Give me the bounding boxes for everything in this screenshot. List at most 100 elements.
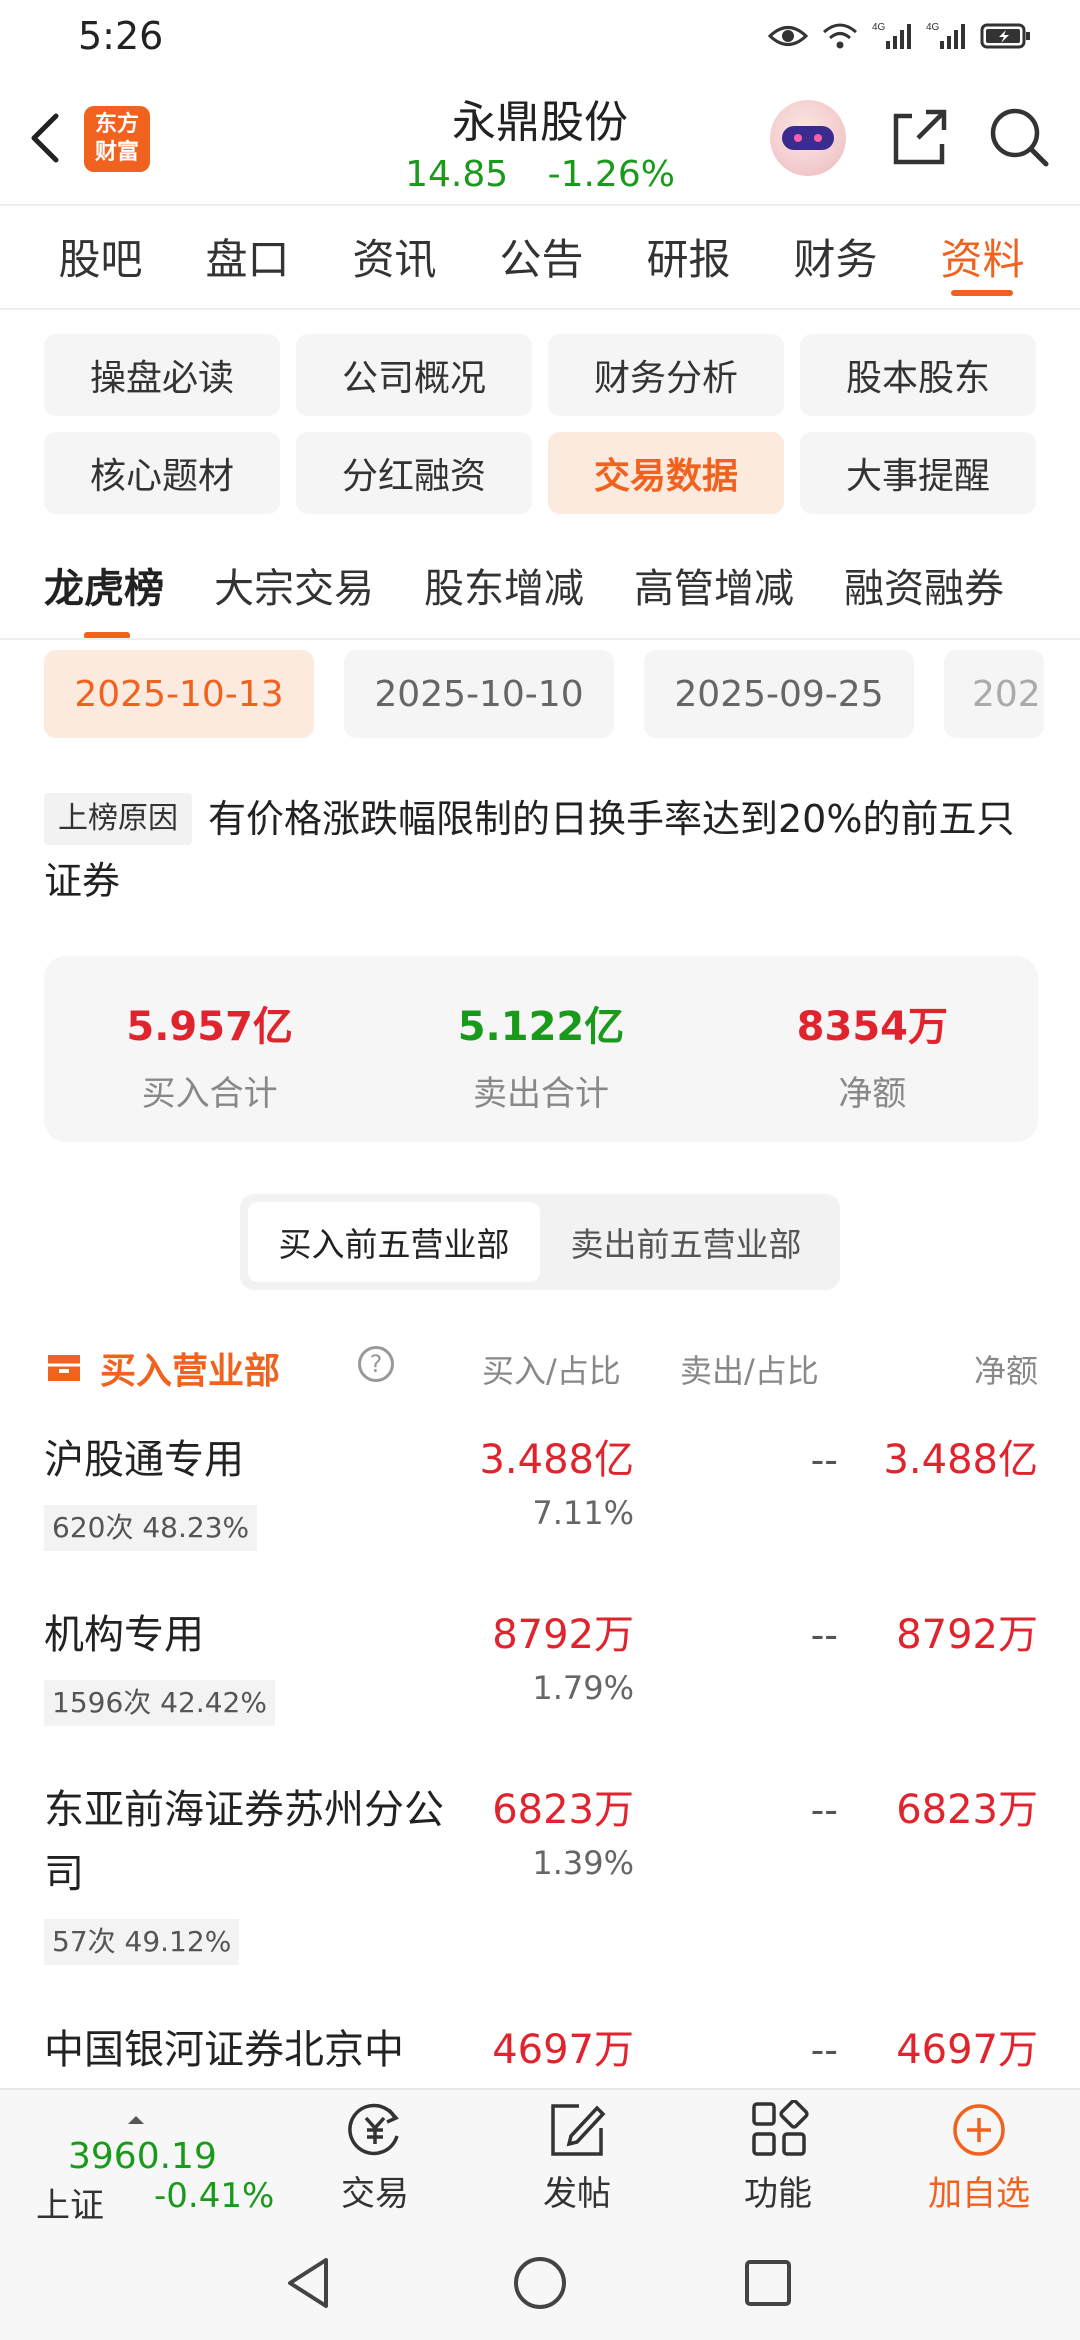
summary-sell: 5.122亿 卖出合计 bbox=[375, 956, 706, 1142]
buy-pct: 7.11% bbox=[532, 1494, 634, 1532]
branch-name: 中国银河证券北京中 bbox=[44, 2027, 404, 2073]
back-arrow-icon bbox=[31, 113, 59, 163]
signal-icon-2: 4G bbox=[926, 21, 966, 51]
nav-add-watchlist-label: 加自选 bbox=[928, 2174, 1030, 2214]
tab-guba[interactable]: 股吧 bbox=[27, 208, 174, 308]
col-header-net: 净额 bbox=[973, 1352, 1038, 1390]
back-button[interactable] bbox=[18, 102, 78, 174]
summary-net: 8354万 净额 bbox=[707, 956, 1038, 1142]
triangle-back-icon bbox=[288, 2258, 328, 2308]
sell-total-value: 5.122亿 bbox=[457, 1004, 625, 1050]
reason-tag: 上榜原因 bbox=[44, 793, 192, 845]
search-button[interactable] bbox=[984, 102, 1054, 172]
status-icons: 4G 4G bbox=[768, 21, 1032, 51]
chip-core-themes[interactable]: 核心题材 bbox=[44, 432, 280, 514]
logo-line-1: 东方 bbox=[94, 112, 139, 137]
share-button[interactable] bbox=[884, 102, 954, 172]
tab-announcements[interactable]: 公告 bbox=[468, 208, 615, 308]
buy-total-label: 买入合计 bbox=[141, 1074, 278, 1114]
circle-home-icon bbox=[514, 2257, 566, 2309]
buy-amount: 8792万 bbox=[492, 1612, 634, 1658]
chip-company-overview[interactable]: 公司概况 bbox=[296, 334, 532, 416]
net-value: 8354万 bbox=[796, 1004, 948, 1050]
tab-pankou[interactable]: 盘口 bbox=[174, 208, 321, 308]
chip-trading-data[interactable]: 交易数据 bbox=[548, 432, 784, 514]
nav-post-label: 发帖 bbox=[543, 2174, 611, 2214]
chip-events[interactable]: 大事提醒 bbox=[800, 432, 1036, 514]
branch-name: 东亚前海证券苏州分公司 bbox=[44, 1787, 444, 1897]
branch-icon bbox=[48, 1355, 80, 1381]
date-pill[interactable]: 2025-10-13 bbox=[44, 650, 314, 738]
net-amount: 8792万 bbox=[896, 1612, 1038, 1658]
add-circle-icon bbox=[953, 2104, 1005, 2156]
eye-icon bbox=[768, 23, 808, 49]
table-row[interactable]: 沪股通专用 620次 48.23% 3.488亿 7.11% -- 3.488亿 bbox=[44, 1428, 1038, 1568]
table-title-text: 买入营业部 bbox=[100, 1351, 281, 1392]
wifi-icon bbox=[822, 22, 858, 50]
chip-shareholders[interactable]: 股本股东 bbox=[800, 334, 1036, 416]
table-row[interactable]: 中国银河证券北京中 4697万 -- 4697万 bbox=[44, 2018, 1038, 2088]
branch-name: 沪股通专用 bbox=[44, 1437, 244, 1483]
sell-amount: -- bbox=[810, 2028, 838, 2072]
system-recents-button[interactable] bbox=[735, 2250, 801, 2316]
index-change: -0.41% bbox=[154, 2176, 275, 2216]
nav-post[interactable]: 发帖 bbox=[502, 2100, 652, 2220]
net-label: 净额 bbox=[838, 1074, 907, 1114]
net-amount: 3.488亿 bbox=[883, 1437, 1038, 1483]
battery-icon bbox=[980, 22, 1032, 50]
nav-functions[interactable]: 功能 bbox=[703, 2100, 853, 2220]
table-title: 买入营业部 bbox=[44, 1342, 280, 1394]
nav-add-watchlist[interactable]: 加自选 bbox=[904, 2100, 1054, 2220]
branch-name-cell: 东亚前海证券苏州分公司 57次 49.12% bbox=[44, 1778, 444, 1970]
subtab-block-trades[interactable]: 大宗交易 bbox=[214, 549, 374, 629]
buy-pct: 1.39% bbox=[532, 1844, 634, 1882]
date-pill[interactable]: 2025-09-25 bbox=[644, 650, 914, 738]
subtab-dragon-tiger[interactable]: 龙虎榜 bbox=[44, 549, 164, 638]
sub-tabs: 龙虎榜 大宗交易 股东增减 高管增减 融资融券 bbox=[0, 540, 1080, 640]
subtab-holder-changes[interactable]: 股东增减 bbox=[424, 549, 584, 629]
buy-pct: 1.79% bbox=[532, 1669, 634, 1707]
subtab-margin[interactable]: 融资融券 bbox=[844, 549, 1004, 629]
tab-finance[interactable]: 财务 bbox=[762, 208, 909, 308]
bottom-nav: 3960.19 上证 -0.41% 交易 发帖 功能 加自选 bbox=[0, 2088, 1080, 2226]
date-pill[interactable]: 2025-10-10 bbox=[344, 650, 614, 738]
index-ticker[interactable]: 3960.19 上证 -0.41% bbox=[36, 2110, 286, 2226]
tab-news[interactable]: 资讯 bbox=[321, 208, 468, 308]
status-time: 5:26 bbox=[78, 14, 164, 58]
chip-financial-analysis[interactable]: 财务分析 bbox=[548, 334, 784, 416]
tab-research[interactable]: 研报 bbox=[615, 208, 762, 308]
tab-profile[interactable]: 资料 bbox=[909, 208, 1056, 308]
net-amount: 6823万 bbox=[896, 1787, 1038, 1833]
date-pill[interactable]: 202 bbox=[944, 650, 1044, 738]
system-back-button[interactable] bbox=[276, 2250, 342, 2316]
app-logo: 东方 财富 bbox=[84, 106, 150, 172]
stock-quote: 14.85 -1.26% bbox=[340, 154, 740, 195]
chip-dividends[interactable]: 分红融资 bbox=[296, 432, 532, 514]
status-bar: 5:26 4G 4G bbox=[0, 0, 1080, 72]
net-label-2: 4G bbox=[926, 22, 940, 33]
sell-total-label: 卖出合计 bbox=[472, 1074, 609, 1114]
branch-name-cell: 机构专用 1596次 42.42% bbox=[44, 1603, 444, 1731]
branch-stats: 620次 48.23% bbox=[44, 1505, 258, 1551]
nav-trade[interactable]: 交易 bbox=[300, 2100, 450, 2220]
subtab-exec-changes[interactable]: 高管增减 bbox=[634, 549, 794, 629]
chip-must-read[interactable]: 操盘必读 bbox=[44, 334, 280, 416]
robot-icon bbox=[782, 126, 834, 150]
col-header-sell: 卖出/占比 bbox=[680, 1352, 819, 1390]
search-icon bbox=[990, 108, 1049, 167]
system-nav-bar bbox=[0, 2224, 1080, 2340]
net-label-1: 4G bbox=[872, 22, 886, 33]
sell-amount: -- bbox=[810, 1613, 838, 1657]
logo-line-2: 财富 bbox=[94, 140, 139, 165]
system-home-button[interactable] bbox=[507, 2250, 573, 2316]
help-icon[interactable]: ? bbox=[358, 1346, 394, 1382]
table-row[interactable]: 东亚前海证券苏州分公司 57次 49.12% 6823万 1.39% -- 68… bbox=[44, 1778, 1038, 1978]
ai-assistant-avatar[interactable] bbox=[770, 100, 846, 176]
sell-amount: -- bbox=[810, 1788, 838, 1832]
nav-functions-label: 功能 bbox=[744, 2174, 812, 2214]
segment-sell-top5[interactable]: 卖出前五营业部 bbox=[540, 1202, 832, 1282]
segment-buy-top5[interactable]: 买入前五营业部 bbox=[248, 1202, 540, 1282]
caret-up-icon bbox=[128, 2116, 144, 2124]
table-row[interactable]: 机构专用 1596次 42.42% 8792万 1.79% -- 8792万 bbox=[44, 1603, 1038, 1743]
trade-icon bbox=[348, 2103, 399, 2156]
